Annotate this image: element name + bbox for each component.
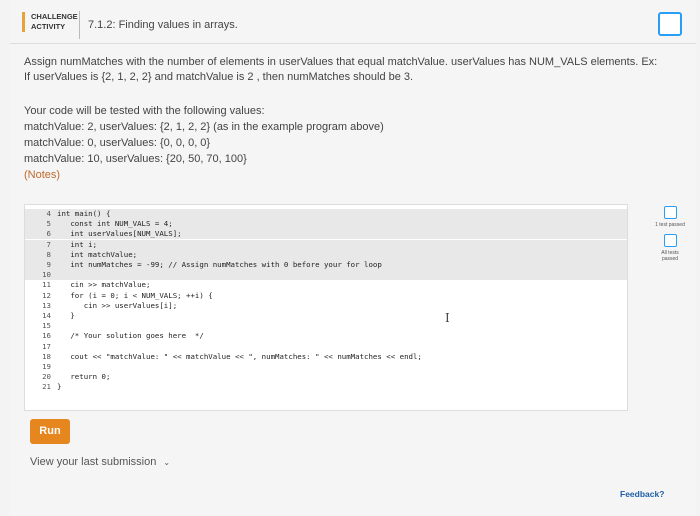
code-text[interactable]: } — [51, 311, 74, 320]
line-number: 18 — [42, 351, 51, 361]
code-line[interactable]: 11 cin >> matchValue; — [25, 280, 627, 290]
code-line[interactable]: 8 int matchValue; — [25, 249, 627, 260]
one-test-passed-label: 1 test passed — [655, 222, 685, 228]
text-cursor-icon: I — [445, 311, 450, 325]
line-number: 21 — [42, 382, 51, 392]
code-text[interactable]: cout << "matchValue: " << matchValue << … — [51, 352, 422, 361]
code-text[interactable] — [51, 342, 57, 351]
code-line[interactable]: 15 — [25, 321, 627, 331]
code-text[interactable] — [51, 321, 57, 330]
completion-checkbox-icon — [658, 12, 682, 36]
code-text[interactable]: cin >> userValues[i]; — [51, 301, 177, 310]
problem-statement: Assign numMatches with the number of ele… — [24, 55, 664, 84]
all-tests-checkbox-icon — [663, 234, 677, 247]
code-line[interactable]: 5 const int NUM_VALS = 4; — [25, 219, 627, 230]
code-line[interactable]: 12 for (i = 0; i < NUM_VALS; ++i) { — [25, 291, 627, 301]
code-text[interactable]: int numMatches = -99; // Assign numMatch… — [51, 260, 381, 269]
code-line[interactable]: 9 int numMatches = -99; // Assign numMat… — [25, 260, 627, 270]
prompt-line-2: If userValues is {2, 1, 2, 2} and matchV… — [24, 70, 414, 83]
test-values-section: Your code will be tested with the follow… — [24, 103, 384, 183]
line-number: 11 — [42, 280, 51, 290]
header-divider — [79, 11, 80, 39]
badge-line1: CHALLENGE — [31, 12, 78, 21]
activity-title: 7.1.2: Finding values in arrays. — [88, 19, 238, 31]
code-text[interactable]: int userValues[NUM_VALS]; — [51, 229, 181, 238]
line-number: 14 — [42, 311, 51, 320]
test-case-2: matchValue: 0, userValues: {0, 0, 0, 0} — [24, 137, 211, 149]
test-status-panel: 1 test passed All tests passed — [654, 206, 686, 262]
activity-header: CHALLENGE ACTIVITY 7.1.2: Finding values… — [10, 6, 696, 44]
test-case-3: matchValue: 10, userValues: {20, 50, 70,… — [24, 153, 247, 165]
code-line[interactable]: 6 int userValues[NUM_VALS]; — [25, 229, 627, 240]
code-text[interactable]: cin >> matchValue; — [51, 280, 150, 289]
badge-line2: ACTIVITY — [31, 22, 66, 31]
challenge-activity-badge: CHALLENGE ACTIVITY — [22, 12, 78, 32]
code-text[interactable]: } — [51, 382, 61, 391]
code-line[interactable]: 7 int i; — [25, 239, 627, 250]
code-line[interactable]: 13 cin >> userValues[i]; — [25, 301, 627, 311]
code-text[interactable]: const int NUM_VALS = 4; — [51, 219, 172, 228]
code-line[interactable]: 17 — [25, 342, 627, 352]
code-line[interactable]: 10 — [25, 270, 627, 281]
chevron-down-icon: ⌄ — [163, 458, 171, 467]
code-text[interactable] — [51, 270, 57, 279]
code-text[interactable]: return 0; — [51, 372, 110, 381]
code-text[interactable]: int matchValue; — [51, 250, 137, 259]
line-number: 9 — [46, 260, 51, 269]
view-last-submission-toggle[interactable]: View your last submission ⌄ — [30, 456, 170, 468]
code-line[interactable]: 21} — [25, 382, 627, 392]
code-line[interactable]: 16 /* Your solution goes here */ — [25, 331, 627, 341]
line-number: 15 — [42, 321, 51, 331]
code-line[interactable]: 18 cout << "matchValue: " << matchValue … — [25, 352, 627, 362]
test-case-1: matchValue: 2, userValues: {2, 1, 2, 2} … — [24, 121, 384, 133]
feedback-link[interactable]: Feedback? — [620, 489, 664, 499]
code-text[interactable]: int main() { — [51, 209, 110, 218]
code-text[interactable]: /* Your solution goes here */ — [51, 331, 204, 340]
line-number: 8 — [46, 249, 51, 259]
notes-link[interactable]: (Notes) — [24, 167, 384, 183]
line-number: 20 — [42, 372, 51, 382]
prompt-line-1: Assign numMatches with the number of ele… — [24, 56, 658, 68]
line-number: 12 — [42, 290, 51, 300]
line-number: 5 — [46, 219, 51, 229]
line-number: 6 — [46, 229, 51, 239]
last-submission-label: View your last submission — [30, 456, 157, 468]
line-number: 17 — [42, 341, 51, 351]
line-number: 19 — [42, 362, 51, 371]
code-line[interactable]: 14 } — [25, 311, 627, 321]
code-text[interactable] — [51, 362, 57, 371]
all-tests-passed-label: All tests passed — [661, 250, 679, 262]
line-number: 10 — [42, 270, 51, 280]
code-text[interactable]: for (i = 0; i < NUM_VALS; ++i) { — [51, 291, 212, 300]
test-checkbox-icon — [663, 206, 677, 219]
line-number: 13 — [42, 300, 51, 310]
code-line[interactable]: 19 — [25, 362, 627, 372]
code-text[interactable]: int i; — [51, 240, 97, 249]
code-editor[interactable]: 4 int main() {5 const int NUM_VALS = 4; 6 … — [24, 204, 628, 411]
line-number: 16 — [42, 331, 51, 341]
line-number: 4 — [46, 209, 51, 218]
line-number: 7 — [46, 239, 51, 249]
code-line[interactable]: 4 int main() { — [25, 209, 627, 219]
run-button[interactable]: Run — [30, 419, 70, 444]
tests-intro: Your code will be tested with the follow… — [24, 105, 265, 117]
code-line[interactable]: 20 return 0; — [25, 372, 627, 382]
